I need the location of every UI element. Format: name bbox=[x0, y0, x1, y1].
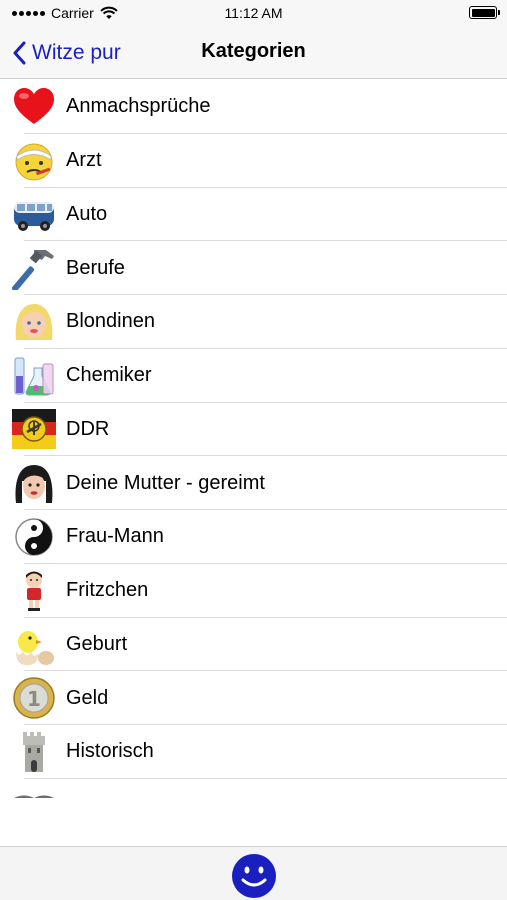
chick-egg-icon bbox=[12, 622, 56, 666]
lab-flask-icon bbox=[12, 354, 56, 398]
category-row-frau-mann[interactable]: Frau-Mann bbox=[0, 510, 507, 564]
blonde-face-icon bbox=[12, 300, 56, 344]
back-button[interactable]: Witze pur bbox=[12, 38, 121, 68]
category-list[interactable]: Anmachsprüche Arzt Auto Berufe Blondinen… bbox=[0, 80, 507, 798]
category-row-chemiker[interactable]: Chemiker bbox=[0, 349, 507, 403]
heart-icon bbox=[12, 85, 56, 129]
category-label: Deine Mutter - gereimt bbox=[66, 471, 265, 494]
van-icon bbox=[12, 192, 56, 236]
category-row-deine-mutter[interactable]: Deine Mutter - gereimt bbox=[0, 456, 507, 510]
battery-icon bbox=[469, 6, 500, 19]
hammer-icon bbox=[12, 246, 56, 291]
category-row-blondinen[interactable]: Blondinen bbox=[0, 295, 507, 349]
category-row-auto[interactable]: Auto bbox=[0, 188, 507, 242]
euro-coin-icon: 1 bbox=[12, 676, 56, 720]
category-row-partial[interactable] bbox=[0, 779, 507, 798]
status-bar: Carrier 11:12 AM bbox=[0, 0, 507, 26]
category-row-geburt[interactable]: Geburt bbox=[0, 618, 507, 672]
category-label: DDR bbox=[66, 417, 110, 440]
category-label: Historisch bbox=[66, 740, 154, 763]
yin-yang-icon bbox=[12, 515, 56, 559]
category-row-geld[interactable]: 1 Geld bbox=[0, 671, 507, 725]
category-label: Fritzchen bbox=[66, 579, 149, 602]
category-label: Arzt bbox=[66, 149, 102, 172]
category-label: Frau-Mann bbox=[66, 525, 164, 548]
category-label: Geburt bbox=[66, 632, 128, 655]
ddr-emblem-icon bbox=[12, 407, 56, 451]
category-label: Berufe bbox=[66, 256, 125, 279]
navigation-bar: Witze pur Kategorien bbox=[0, 26, 507, 79]
category-row-fritzchen[interactable]: Fritzchen bbox=[0, 564, 507, 618]
smiley-icon[interactable] bbox=[231, 853, 277, 899]
boy-figure-icon bbox=[12, 569, 56, 613]
back-label: Witze pur bbox=[32, 41, 121, 64]
tab-bar bbox=[0, 846, 507, 900]
category-row-berufe[interactable]: Berufe bbox=[0, 241, 507, 295]
category-label: Anmachsprüche bbox=[66, 95, 211, 118]
category-row-ddr[interactable]: DDR bbox=[0, 403, 507, 457]
sick-face-icon bbox=[12, 139, 56, 183]
category-row-arzt[interactable]: Arzt bbox=[0, 134, 507, 188]
category-row-anmachsprueche[interactable]: Anmachsprüche bbox=[0, 80, 507, 134]
category-label: Chemiker bbox=[66, 364, 152, 387]
tower-icon bbox=[12, 730, 56, 774]
chevron-left-icon bbox=[13, 41, 26, 65]
category-row-historisch[interactable]: Historisch bbox=[0, 725, 507, 779]
status-time: 11:12 AM bbox=[224, 5, 283, 21]
woman-face-icon bbox=[12, 461, 56, 505]
svg-text:1: 1 bbox=[27, 687, 41, 711]
category-label: Auto bbox=[66, 202, 108, 225]
category-label: Blondinen bbox=[66, 310, 155, 333]
category-label: Geld bbox=[66, 686, 109, 709]
book-icon bbox=[12, 784, 56, 798]
